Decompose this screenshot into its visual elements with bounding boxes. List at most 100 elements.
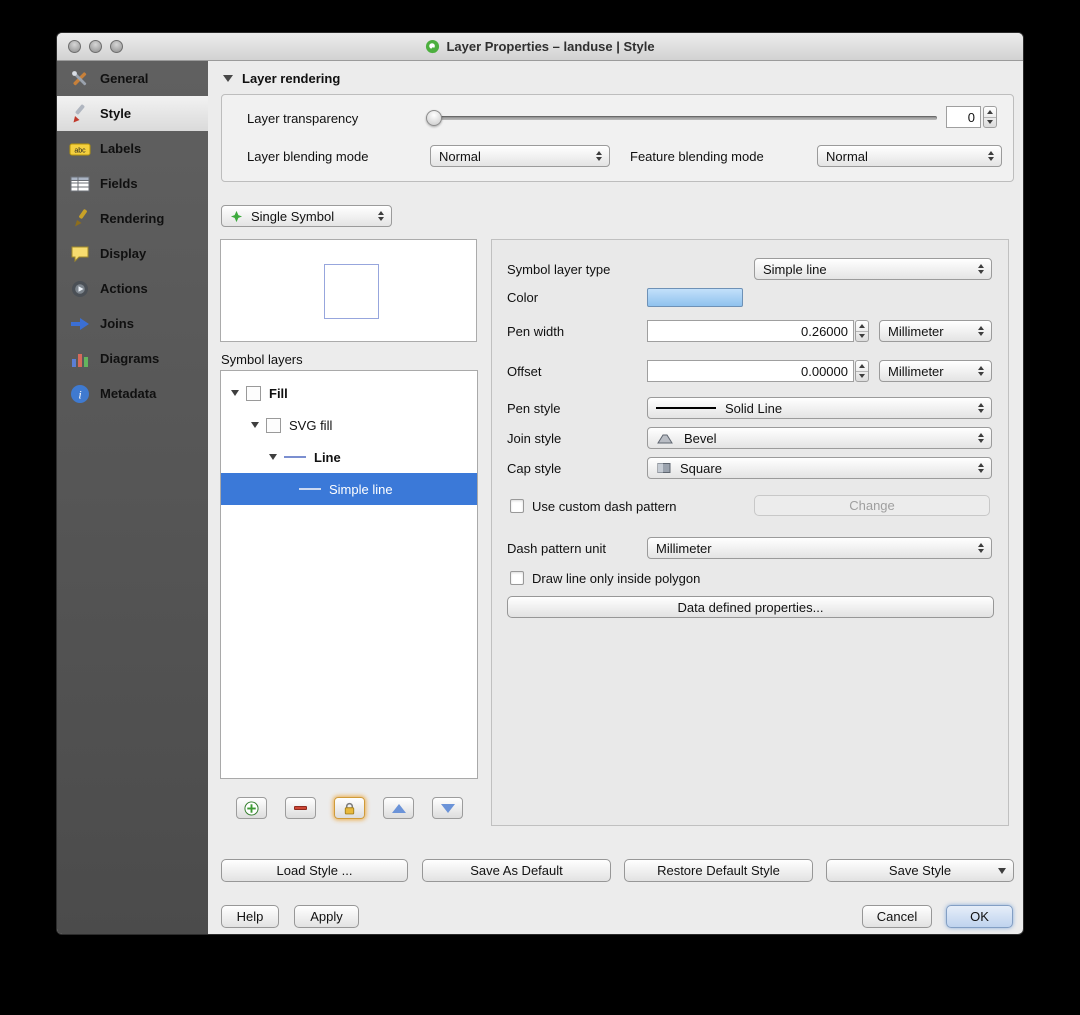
use-custom-dash-label: Use custom dash pattern — [532, 498, 677, 514]
cap-style-value: Square — [680, 460, 722, 476]
sidebar-item-joins[interactable]: Joins — [57, 306, 208, 341]
dash-pattern-unit-value: Millimeter — [656, 540, 712, 556]
sidebar-item-fields[interactable]: Fields — [57, 166, 208, 201]
dropdown-arrows-icon — [975, 259, 986, 279]
expand-collapse-icon[interactable] — [269, 454, 277, 460]
remove-symbol-layer-button[interactable] — [285, 797, 316, 819]
pen-width-field[interactable]: 0.26000 — [647, 320, 854, 342]
layer-transparency-label: Layer transparency — [247, 110, 359, 126]
transparency-slider-track[interactable] — [430, 116, 937, 120]
layer-blending-label: Layer blending mode — [247, 148, 369, 164]
remove-symbol-layer-icon — [294, 806, 307, 810]
lock-color-button[interactable] — [334, 797, 365, 819]
dropdown-arrows-icon — [975, 321, 986, 341]
tree-row-line[interactable]: Line — [221, 441, 477, 473]
display-bubble-icon — [69, 243, 91, 265]
data-defined-properties-label: Data defined properties... — [677, 599, 824, 615]
sidebar-item-display[interactable]: Display — [57, 236, 208, 271]
cancel-button[interactable]: Cancel — [862, 905, 932, 928]
join-style-value: Bevel — [684, 430, 717, 446]
add-symbol-layer-icon — [244, 800, 259, 816]
use-custom-dash-checkbox[interactable] — [510, 499, 524, 513]
joins-arrow-icon — [69, 313, 91, 335]
pen-width-unit-dropdown[interactable]: Millimeter — [879, 320, 992, 342]
sidebar-item-general[interactable]: General — [57, 61, 208, 96]
tree-row-simple-line[interactable]: Simple line — [221, 473, 477, 505]
draw-inside-checkbox[interactable] — [510, 571, 524, 585]
fill-swatch-icon — [246, 385, 261, 401]
sidebar-item-label: Fields — [100, 176, 138, 191]
disclosure-triangle-icon — [223, 74, 233, 82]
cancel-label: Cancel — [876, 909, 918, 924]
offset-field[interactable]: 0.00000 — [647, 360, 854, 382]
apply-button[interactable]: Apply — [294, 905, 359, 928]
move-up-button[interactable] — [383, 797, 414, 819]
expand-collapse-icon[interactable] — [251, 422, 259, 428]
change-dash-label: Change — [849, 498, 895, 513]
expand-collapse-icon[interactable] — [231, 390, 239, 396]
load-style-button[interactable]: Load Style ... — [221, 859, 408, 882]
symbol-layer-type-dropdown[interactable]: Simple line — [754, 258, 992, 280]
square-cap-icon — [656, 462, 672, 474]
dropdown-arrows-icon — [593, 146, 604, 166]
cap-style-dropdown[interactable]: Square — [647, 457, 992, 479]
line-swatch-icon — [284, 456, 306, 458]
draw-inside-label: Draw line only inside polygon — [532, 570, 701, 586]
solid-line-preview-icon — [656, 407, 716, 409]
sidebar-item-style[interactable]: Style — [57, 96, 208, 131]
help-label: Help — [236, 909, 264, 924]
ok-button[interactable]: OK — [946, 905, 1013, 928]
window-title: Layer Properties – landuse | Style — [57, 33, 1023, 60]
dash-pattern-unit-label: Dash pattern unit — [507, 540, 607, 556]
sidebar-item-labels[interactable]: abc Labels — [57, 131, 208, 166]
tree-row-svg-fill[interactable]: SVG fill — [221, 409, 477, 441]
pen-style-label: Pen style — [507, 400, 561, 416]
symbol-preview — [220, 239, 477, 342]
color-swatch-button[interactable] — [647, 288, 743, 307]
sidebar-item-metadata[interactable]: i Metadata — [57, 376, 208, 411]
sidebar-item-actions[interactable]: Actions — [57, 271, 208, 306]
tree-row-label: SVG fill — [289, 417, 333, 433]
symbol-layer-type-value: Simple line — [763, 261, 827, 277]
fields-table-icon — [69, 173, 91, 195]
transparency-value: 0 — [967, 109, 975, 125]
move-down-button[interactable] — [432, 797, 463, 819]
sidebar-item-label: Labels — [100, 141, 142, 156]
offset-label: Offset — [507, 363, 542, 379]
sidebar-item-diagrams[interactable]: Diagrams — [57, 341, 208, 376]
rendering-brush-icon — [69, 208, 91, 230]
tree-row-fill[interactable]: Fill — [221, 377, 477, 409]
metadata-info-icon: i — [69, 383, 91, 405]
offset-unit-dropdown[interactable]: Millimeter — [879, 360, 992, 382]
layer-rendering-header[interactable]: Layer rendering — [223, 67, 340, 89]
feature-blending-dropdown[interactable]: Normal — [817, 145, 1002, 167]
join-style-dropdown[interactable]: Bevel — [647, 427, 992, 449]
pen-style-dropdown[interactable]: Solid Line — [647, 397, 992, 419]
symbol-properties-panel: Symbol layer type Simple line Color Pen … — [491, 239, 1009, 826]
offset-stepper[interactable] — [855, 360, 869, 382]
dropdown-arrows-icon — [975, 428, 986, 448]
transparency-slider-knob[interactable] — [426, 110, 442, 126]
restore-default-style-button[interactable]: Restore Default Style — [624, 859, 813, 882]
svg-fill-swatch-icon — [266, 417, 281, 433]
help-button[interactable]: Help — [221, 905, 279, 928]
renderer-dropdown[interactable]: Single Symbol — [221, 205, 392, 227]
dash-pattern-unit-dropdown[interactable]: Millimeter — [647, 537, 992, 559]
save-style-button[interactable]: Save Style — [826, 859, 1014, 882]
transparency-stepper[interactable] — [983, 106, 997, 128]
load-style-label: Load Style ... — [276, 863, 353, 878]
layer-blending-dropdown[interactable]: Normal — [430, 145, 610, 167]
restore-default-style-label: Restore Default Style — [657, 863, 780, 878]
data-defined-properties-button[interactable]: Data defined properties... — [507, 596, 994, 618]
sidebar-item-rendering[interactable]: Rendering — [57, 201, 208, 236]
pen-width-stepper[interactable] — [855, 320, 869, 342]
cap-style-label: Cap style — [507, 460, 562, 476]
add-symbol-layer-button[interactable] — [236, 797, 267, 819]
save-style-menu-icon — [998, 868, 1006, 874]
symbol-layer-type-label: Symbol layer type — [507, 261, 611, 277]
transparency-value-field[interactable]: 0 — [946, 106, 981, 128]
save-style-label: Save Style — [888, 863, 952, 878]
save-as-default-button[interactable]: Save As Default — [422, 859, 611, 882]
dropdown-arrows-icon — [975, 538, 986, 558]
change-dash-button[interactable]: Change — [754, 495, 990, 516]
